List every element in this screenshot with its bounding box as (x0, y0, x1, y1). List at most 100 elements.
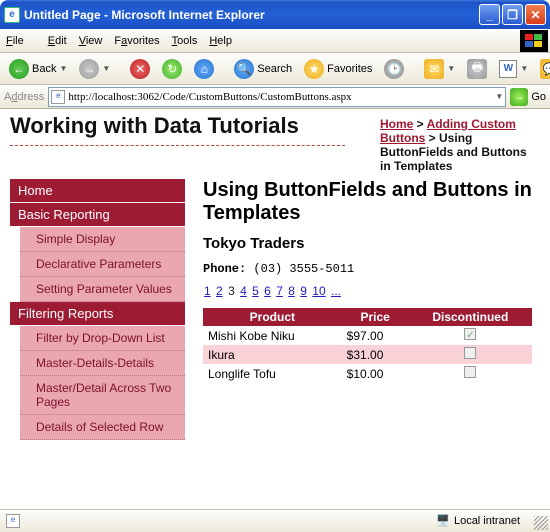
table-row: Longlife Tofu$10.00 (203, 364, 532, 383)
pager-more[interactable]: ... (331, 284, 341, 298)
pager-link-3: 3 (228, 284, 235, 298)
menu-view[interactable]: View (79, 35, 103, 47)
checkbox-discontinued (464, 366, 476, 378)
sidebar-header-basic[interactable]: Basic Reporting (10, 203, 185, 226)
history-button[interactable]: 🕑 (379, 57, 409, 81)
refresh-icon: ↻ (162, 59, 182, 79)
back-arrow-icon: ← (9, 59, 29, 79)
address-field[interactable]: e ▼ (48, 87, 506, 107)
pager-link-8[interactable]: 8 (288, 284, 295, 298)
table-row: Mishi Kobe Niku$97.00 (203, 326, 532, 345)
discuss-button[interactable]: 💬 (535, 57, 550, 81)
pager-link-6[interactable]: 6 (264, 284, 271, 298)
page-title: Working with Data Tutorials (10, 113, 345, 146)
cell-price: $10.00 (342, 364, 409, 383)
resize-grip[interactable] (534, 516, 548, 530)
pager-link-2[interactable]: 2 (216, 284, 223, 298)
sidebar-item-two-pages[interactable]: Master/Detail Across Two Pages (20, 376, 185, 415)
pager-link-5[interactable]: 5 (252, 284, 259, 298)
sidebar-item-setting[interactable]: Setting Parameter Values (20, 277, 185, 302)
chevron-down-icon: ▼ (102, 64, 110, 73)
print-button[interactable]: 🖶 (462, 57, 492, 81)
favorites-label: Favorites (327, 63, 372, 75)
pager: 1 2 3 4 5 6 7 8 9 10 ... (203, 284, 532, 298)
crumb-home[interactable]: Home (380, 117, 413, 131)
history-icon: 🕑 (384, 59, 404, 79)
stop-icon: ✕ (130, 59, 150, 79)
cell-product: Mishi Kobe Niku (203, 326, 342, 345)
minimize-button[interactable]: _ (479, 4, 500, 25)
chevron-down-icon: ▼ (59, 64, 67, 73)
forward-button[interactable]: → ▼ (74, 57, 115, 81)
go-button[interactable]: → Go (510, 88, 546, 106)
stop-button[interactable]: ✕ (125, 57, 155, 81)
chevron-down-icon[interactable]: ▼ (495, 92, 503, 101)
content-heading: Using ButtonFields and Buttons in Templa… (203, 179, 532, 225)
cell-price: $97.00 (342, 326, 409, 345)
page-icon: e (51, 90, 65, 104)
address-label: Address (4, 91, 44, 103)
supplier-name: Tokyo Traders (203, 235, 532, 252)
discuss-icon: 💬 (540, 59, 550, 79)
menu-file[interactable]: File (6, 35, 36, 47)
pager-link-10[interactable]: 10 (312, 284, 325, 298)
close-button[interactable]: ✕ (525, 4, 546, 25)
print-icon: 🖶 (467, 59, 487, 79)
checkbox-discontinued (464, 328, 476, 340)
windows-logo-icon (520, 30, 548, 52)
window-titlebar: e Untitled Page - Microsoft Internet Exp… (0, 0, 550, 29)
phone-label: Phone: (203, 262, 246, 276)
home-icon: ⌂ (194, 59, 214, 79)
zone-icon: 🖥️ (436, 514, 450, 528)
favorites-button[interactable]: ★Favorites (299, 57, 377, 81)
cell-product: Ikura (203, 345, 342, 364)
table-row: Ikura$31.00 (203, 345, 532, 364)
zone-label: Local intranet (454, 515, 520, 527)
phone-value: (03) 3555-5011 (253, 262, 354, 276)
maximize-button[interactable]: ❐ (502, 4, 523, 25)
go-label: Go (531, 91, 546, 103)
back-button[interactable]: ← Back ▼ (4, 57, 72, 81)
menu-edit[interactable]: Edit (48, 35, 67, 47)
mail-icon: ✉ (424, 59, 444, 79)
address-bar: Address e ▼ → Go (0, 85, 550, 109)
pager-link-4[interactable]: 4 (240, 284, 247, 298)
cell-disc (409, 326, 532, 345)
refresh-button[interactable]: ↻ (157, 57, 187, 81)
sidebar-item-dropdown[interactable]: Filter by Drop-Down List (20, 326, 185, 351)
toolbar: ← Back ▼ → ▼ ✕ ↻ ⌂ 🔍Search ★Favorites 🕑 … (0, 53, 550, 85)
pager-link-7[interactable]: 7 (276, 284, 283, 298)
search-button[interactable]: 🔍Search (229, 57, 297, 81)
home-button[interactable]: ⌂ (189, 57, 219, 81)
mail-button[interactable]: ✉▼ (419, 57, 460, 81)
sidebar-item-master-details[interactable]: Master-Details-Details (20, 351, 185, 376)
search-icon: 🔍 (234, 59, 254, 79)
sidebar-item-home[interactable]: Home (10, 179, 185, 202)
main-content: Using ButtonFields and Buttons in Templa… (185, 179, 540, 440)
sidebar-item-declarative[interactable]: Declarative Parameters (20, 252, 185, 277)
cell-price: $31.00 (342, 345, 409, 364)
menu-tools[interactable]: Tools (172, 35, 198, 47)
status-bar: e 🖥️ Local intranet (0, 509, 550, 532)
address-input[interactable] (68, 91, 492, 103)
menu-bar: File Edit View Favorites Tools Help (0, 29, 550, 53)
page-content: Working with Data Tutorials Home > Addin… (0, 109, 550, 509)
breadcrumb: Home > Adding Custom Buttons > Using But… (380, 113, 540, 173)
pager-link-1[interactable]: 1 (204, 284, 211, 298)
pager-link-9[interactable]: 9 (300, 284, 307, 298)
back-label: Back (32, 63, 56, 75)
menu-help[interactable]: Help (209, 35, 232, 47)
search-label: Search (257, 63, 292, 75)
sidebar-header-filter[interactable]: Filtering Reports (10, 302, 185, 325)
col-price: Price (342, 308, 409, 326)
sidebar: Home Basic Reporting Simple Display Decl… (10, 179, 185, 440)
sidebar-item-simple[interactable]: Simple Display (20, 227, 185, 252)
cell-disc (409, 364, 532, 383)
col-discontinued: Discontinued (409, 308, 532, 326)
checkbox-discontinued (464, 347, 476, 359)
col-product: Product (203, 308, 342, 326)
edit-button[interactable]: W▼ (494, 58, 533, 80)
ie-icon: e (4, 7, 20, 23)
sidebar-item-selected-row[interactable]: Details of Selected Row (20, 415, 185, 440)
menu-favorites[interactable]: Favorites (114, 35, 159, 47)
